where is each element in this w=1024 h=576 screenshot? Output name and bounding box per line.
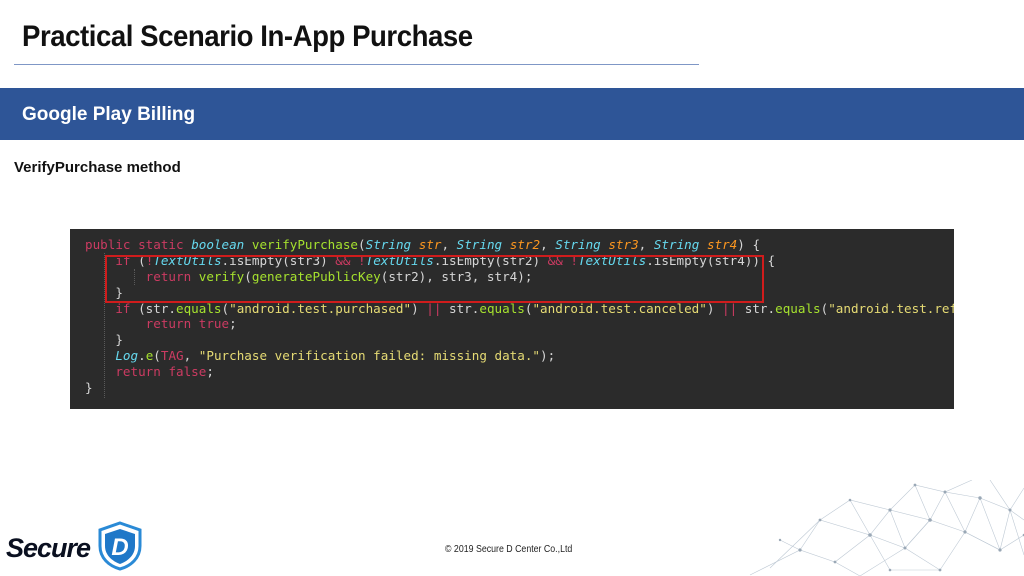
highlight-box xyxy=(105,255,764,303)
method-subtitle: VerifyPurchase method xyxy=(14,159,181,176)
network-decoration xyxy=(749,480,1024,576)
slide-title: Practical Scenario In-App Purchase xyxy=(22,20,473,53)
logo-shield-letter: D xyxy=(111,534,128,561)
section-band: Google Play Billing xyxy=(0,88,1024,140)
section-title: Google Play Billing xyxy=(22,104,196,125)
code-line: } xyxy=(85,332,123,348)
shield-icon: D xyxy=(98,521,142,571)
code-line: return false; xyxy=(115,364,214,380)
copyright-footer: © 2019 Secure D Center Co.,Ltd xyxy=(445,544,573,555)
code-line: return true; xyxy=(145,316,237,332)
title-divider xyxy=(14,64,699,65)
secure-d-logo: Secure D xyxy=(6,521,142,571)
code-line: Log.e(TAG, "Purchase verification failed… xyxy=(115,348,556,364)
code-line: public static boolean verifyPurchase(Str… xyxy=(85,237,761,252)
code-line: } xyxy=(85,380,93,396)
logo-wordmark: Secure xyxy=(6,533,91,563)
